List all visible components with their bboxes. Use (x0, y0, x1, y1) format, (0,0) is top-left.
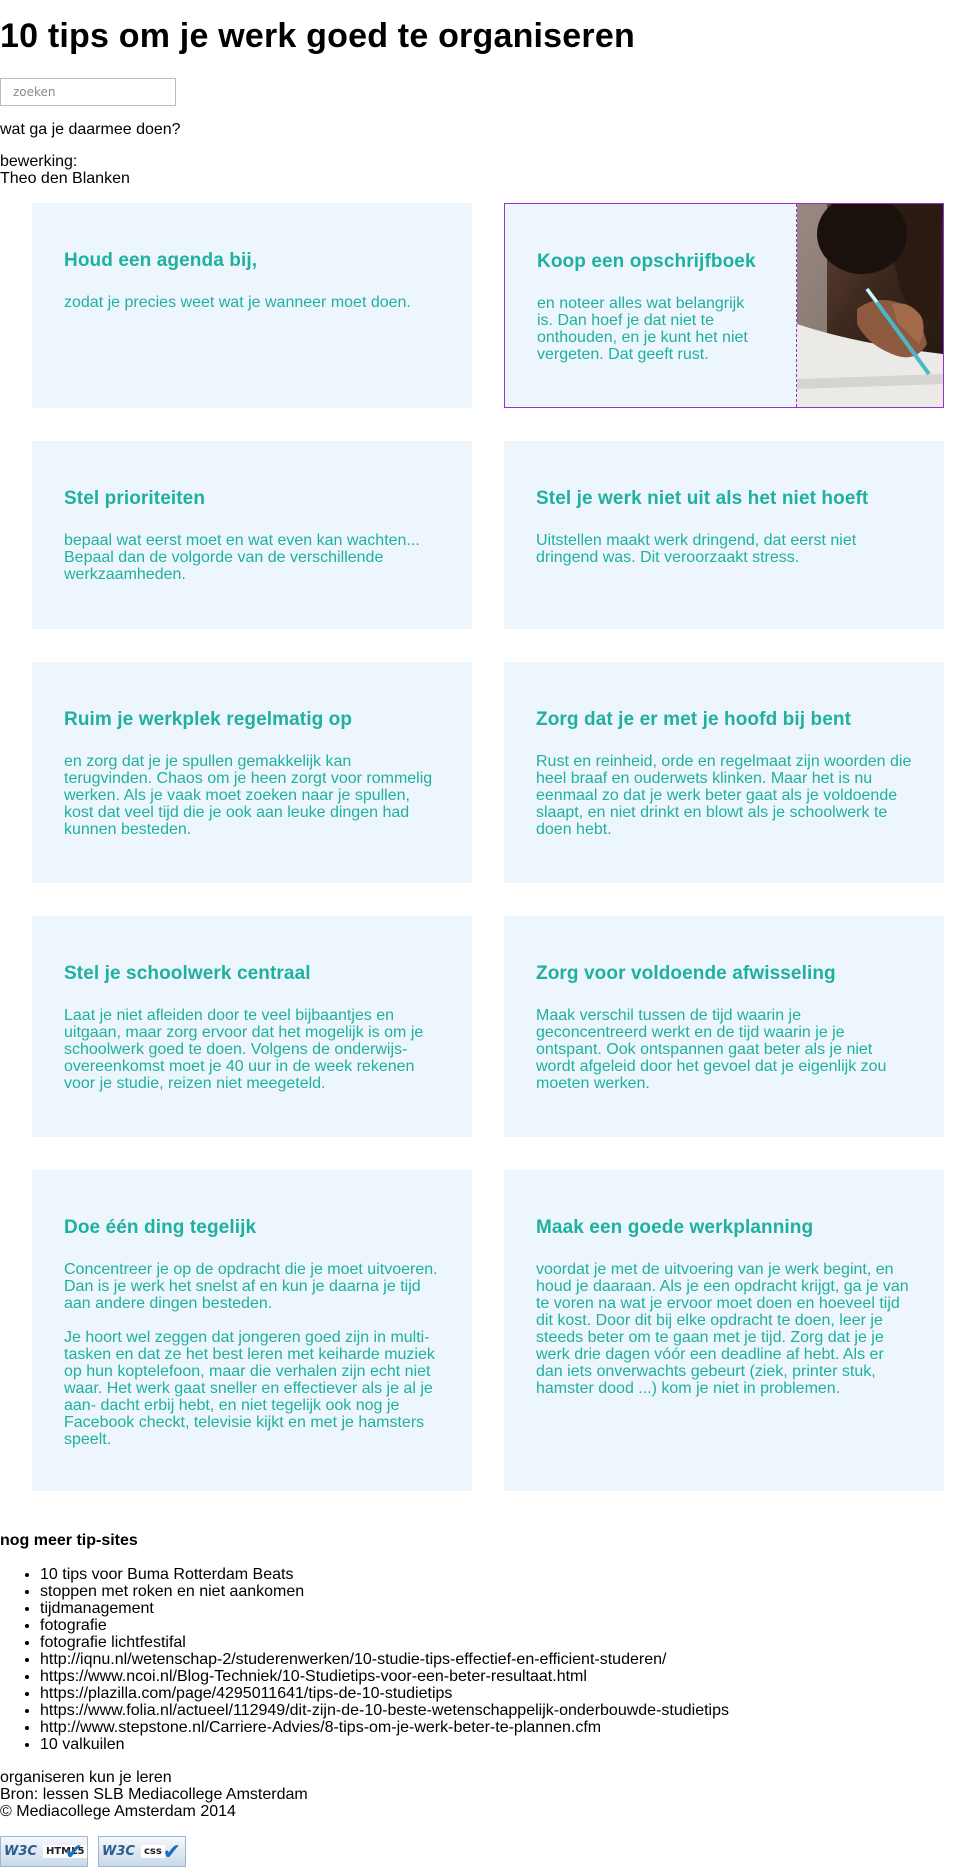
checkmark-icon: ✔ (64, 1840, 83, 1865)
tip-heading: Ruim je werkplek regelmatig op (64, 709, 353, 730)
badge-label: css (140, 1845, 165, 1858)
list-item[interactable]: https://www.folia.nl/actueel/112949/dit-… (40, 1702, 967, 1719)
tip-text: en zorg dat je je spullen gemakkelijk ka… (64, 753, 433, 838)
tip-card: Ruim je werkplek regelmatig op en zorg d… (32, 662, 472, 883)
list-item[interactable]: fotografie (40, 1617, 967, 1634)
tips-grid: Houd een agenda bij, zodat je precies we… (32, 203, 967, 1524)
list-item[interactable]: 10 valkuilen (40, 1736, 967, 1753)
tip-text: Concentreer je op de opdracht die je moe… (64, 1261, 438, 1312)
tip-card: Zorg voor voldoende afwisseling Maak ver… (504, 916, 944, 1137)
tip-card: Maak een goede werkplanning voordat je m… (504, 1170, 944, 1491)
tip-card: Stel je schoolwerk centraal Laat je niet… (32, 916, 472, 1137)
footer-source: Bron: lessen SLB Mediacollege Amsterdam (0, 1786, 308, 1803)
list-item[interactable]: http://www.stepstone.nl/Carriere-Advies/… (40, 1719, 967, 1736)
checkmark-icon: ✔ (162, 1840, 181, 1865)
tip-heading: Koop een opschrijfboek (537, 251, 756, 272)
tip-text: Laat je niet afleiden door te veel bijba… (64, 1007, 424, 1092)
w3c-logo-text: W3C (102, 1844, 135, 1859)
subtitle: wat ga je daarmee doen? (0, 121, 181, 138)
tip-text: en noteer alles wat belangrijk is. Dan h… (537, 295, 748, 363)
tip-text: bepaal wat eerst moet en wat even kan wa… (64, 532, 420, 583)
credits-label: bewerking: (0, 153, 78, 170)
writing-photo (796, 204, 943, 407)
validator-badges: W3C HTML5 ✔ W3C css ✔ (0, 1836, 967, 1867)
writing-photo-image (797, 204, 943, 407)
list-item[interactable]: 10 tips voor Buma Rotterdam Beats (40, 1566, 967, 1583)
list-item[interactable]: fotografie lichtfestifal (40, 1634, 967, 1651)
tip-heading: Stel je werk niet uit als het niet hoeft (536, 488, 869, 509)
page-title: 10 tips om je werk goed te organiseren (0, 17, 635, 55)
w3c-css-badge[interactable]: W3C css ✔ (98, 1836, 186, 1867)
tip-heading: Maak een goede werkplanning (536, 1217, 814, 1238)
list-item[interactable]: https://www.ncoi.nl/Blog-Techniek/10-Stu… (40, 1668, 967, 1685)
tip-text: zodat je precies weet wat je wanneer moe… (64, 294, 411, 311)
more-tips-list: 10 tips voor Buma Rotterdam Beats stoppe… (0, 1566, 967, 1753)
tip-text: voordat je met de uitvoering van je werk… (536, 1261, 909, 1397)
search-input[interactable] (0, 78, 176, 106)
tip-card: Zorg dat je er met je hoofd bij bent Rus… (504, 662, 944, 883)
tip-text-block: Koop een opschrijfboek en noteer alles w… (537, 251, 759, 363)
tip-card: Houd een agenda bij, zodat je precies we… (32, 203, 472, 408)
footer-copyright: © Mediacollege Amsterdam 2014 (0, 1803, 236, 1820)
list-item[interactable]: https://plazilla.com/page/4295011641/tip… (40, 1685, 967, 1702)
tip-text: Je hoort wel zeggen dat jongeren goed zi… (64, 1329, 435, 1448)
tip-heading: Stel prioriteiten (64, 488, 206, 509)
tip-heading: Zorg dat je er met je hoofd bij bent (536, 709, 852, 730)
footer: organiseren kun je leren Bron: lessen SL… (0, 1769, 967, 1820)
list-item[interactable]: http://iqnu.nl/wetenschap-2/studerenwerk… (40, 1651, 967, 1668)
tip-card: Doe één ding tegelijk Concentreer je op … (32, 1170, 472, 1491)
credits-name: Theo den Blanken (0, 170, 130, 187)
credits: bewerking: Theo den Blanken (0, 153, 967, 187)
tip-heading: Houd een agenda bij, (64, 250, 258, 271)
tip-heading: Zorg voor voldoende afwisseling (536, 963, 836, 984)
tip-text: Uitstellen maakt werk dringend, dat eers… (536, 532, 857, 566)
list-item[interactable]: stoppen met roken en niet aankomen (40, 1583, 967, 1600)
tip-card-highlighted[interactable]: Koop een opschrijfboek en noteer alles w… (504, 203, 944, 408)
footer-line: organiseren kun je leren (0, 1769, 172, 1786)
tip-heading: Doe één ding tegelijk (64, 1217, 257, 1238)
tip-card: Stel je werk niet uit als het niet hoeft… (504, 441, 944, 629)
tip-text: Rust en reinheid, orde en regelmaat zijn… (536, 753, 912, 838)
tip-text: Maak verschil tussen de tijd waarin je g… (536, 1007, 887, 1092)
w3c-logo-text: W3C (4, 1844, 37, 1859)
more-tips-heading: nog meer tip-sites (0, 1532, 138, 1549)
more-tips-section: nog meer tip-sites 10 tips voor Buma Rot… (0, 1532, 967, 1753)
tip-card: Stel prioriteiten bepaal wat eerst moet … (32, 441, 472, 629)
w3c-html5-badge[interactable]: W3C HTML5 ✔ (0, 1836, 88, 1867)
list-item[interactable]: tijdmanagement (40, 1600, 967, 1617)
tip-heading: Stel je schoolwerk centraal (64, 963, 311, 984)
